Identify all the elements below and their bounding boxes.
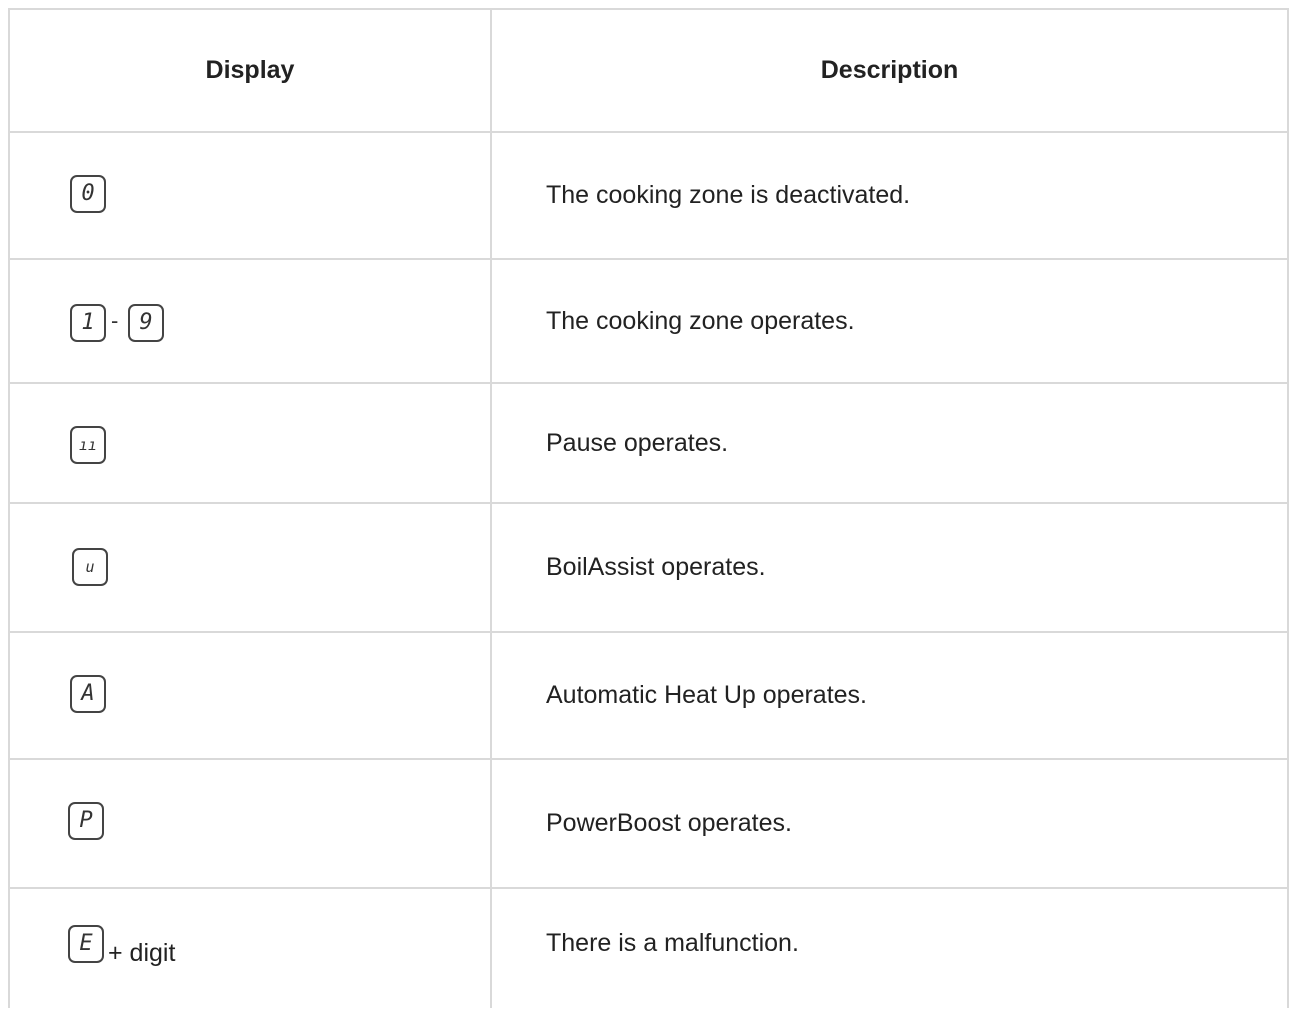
table-row: P PowerBoost operates. <box>10 760 1287 889</box>
description-text: PowerBoost operates. <box>546 809 792 837</box>
header-display-label: Display <box>205 56 295 84</box>
table-row: 0 The cooking zone is deactivated. <box>10 133 1287 260</box>
segment-display-icon: P <box>68 802 104 840</box>
table-row: A Automatic Heat Up operates. <box>10 633 1287 760</box>
display-cell: 0 <box>10 133 490 258</box>
table-row: ıı Pause operates. <box>10 384 1287 504</box>
description-text: The cooking zone is deactivated. <box>546 181 911 209</box>
description-cell: The cooking zone operates. <box>492 260 1287 382</box>
header-description-label: Description <box>820 56 959 84</box>
description-text: The cooking zone operates. <box>546 306 855 335</box>
segment-display-icon: ıı <box>70 426 106 464</box>
description-cell: Automatic Heat Up operates. <box>492 633 1287 758</box>
header-cell-display: Display <box>10 10 490 131</box>
segment-display-icon: 1 <box>70 304 106 342</box>
display-cell: ıı <box>10 384 490 502</box>
display-cell: 1 - 9 <box>10 260 490 382</box>
header-cell-description: Description <box>492 10 1287 131</box>
description-text: BoilAssist operates. <box>546 553 766 581</box>
display-cell: E + digit <box>10 889 490 1010</box>
segment-display-icon: 0 <box>70 175 106 213</box>
description-cell: Pause operates. <box>492 384 1287 502</box>
description-text: Pause operates. <box>546 428 729 457</box>
segment-display-icon: E <box>68 925 104 963</box>
description-cell: PowerBoost operates. <box>492 760 1287 887</box>
display-cell: u <box>10 504 490 631</box>
table-row: u BoilAssist operates. <box>10 504 1287 633</box>
segment-display-icon: u <box>72 548 108 586</box>
range-separator: - <box>111 308 119 333</box>
description-cell: There is a malfunction. <box>492 889 1287 1010</box>
display-table: Display Description 0 The cooking zone i… <box>8 8 1289 1008</box>
display-cell: P <box>10 760 490 887</box>
description-cell: The cooking zone is deactivated. <box>492 133 1287 258</box>
description-text: Automatic Heat Up operates. <box>546 681 867 709</box>
display-cell: A <box>10 633 490 758</box>
description-cell: BoilAssist operates. <box>492 504 1287 631</box>
table-row: E + digit There is a malfunction. <box>10 889 1287 1010</box>
segment-display-icon: A <box>70 675 106 713</box>
segment-display-icon: 9 <box>128 304 164 342</box>
digit-suffix: + digit <box>108 939 176 967</box>
description-text: There is a malfunction. <box>546 929 799 957</box>
table-header-row: Display Description <box>10 10 1287 133</box>
table-row: 1 - 9 The cooking zone operates. <box>10 260 1287 384</box>
